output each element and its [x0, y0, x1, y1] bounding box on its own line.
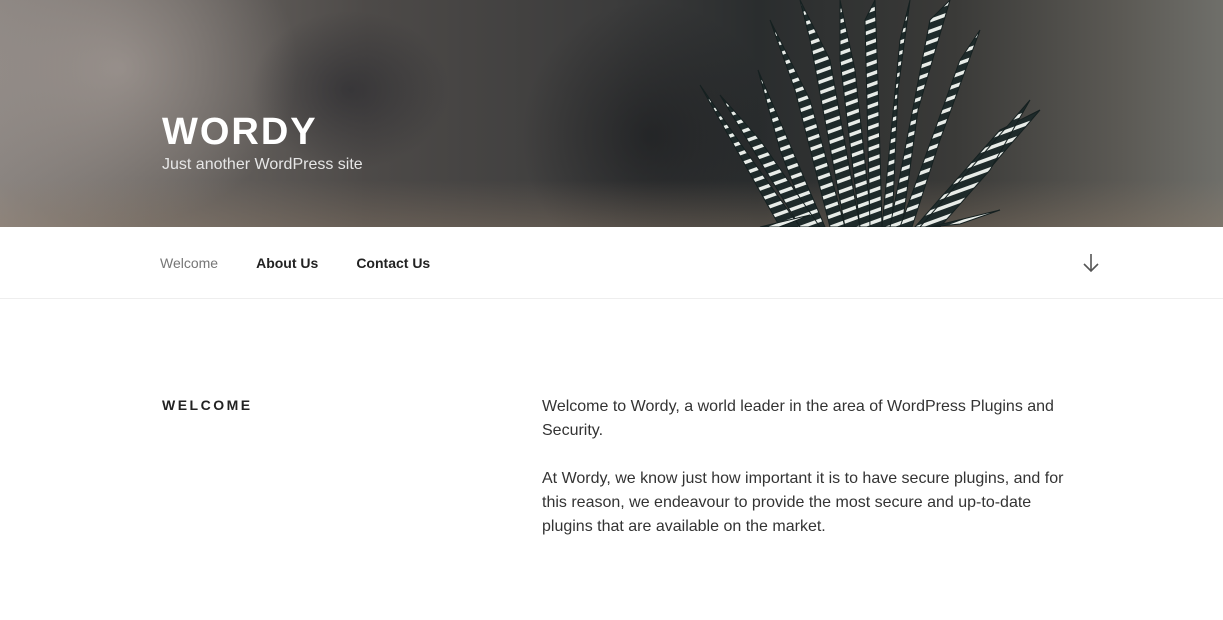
nav-item-welcome[interactable]: Welcome [160, 255, 218, 271]
nav-item-about-us[interactable]: About Us [256, 255, 318, 271]
page-title: WELCOME [162, 397, 253, 413]
nav-item-contact-us[interactable]: Contact Us [356, 255, 430, 271]
site-description: Just another WordPress site [162, 156, 363, 173]
main-navigation: Welcome About Us Contact Us [0, 227, 1223, 299]
page-content: WELCOME Welcome to Wordy, a world leader… [0, 299, 1223, 620]
site-title[interactable]: WORDY [162, 112, 363, 152]
paragraph: Welcome to Wordy, a world leader in the … [542, 398, 1054, 439]
entry-content: Welcome to Wordy, a world leader in the … [542, 395, 1072, 563]
succulent-plant-image [699, 0, 1041, 227]
arrow-down-icon[interactable] [1081, 252, 1101, 274]
nav-menu: Welcome About Us Contact Us [160, 227, 468, 298]
header-image: WORDY Just another WordPress site [0, 0, 1223, 227]
paragraph: At Wordy, we know just how important it … [542, 470, 1064, 535]
site-branding: WORDY Just another WordPress site [162, 112, 363, 174]
